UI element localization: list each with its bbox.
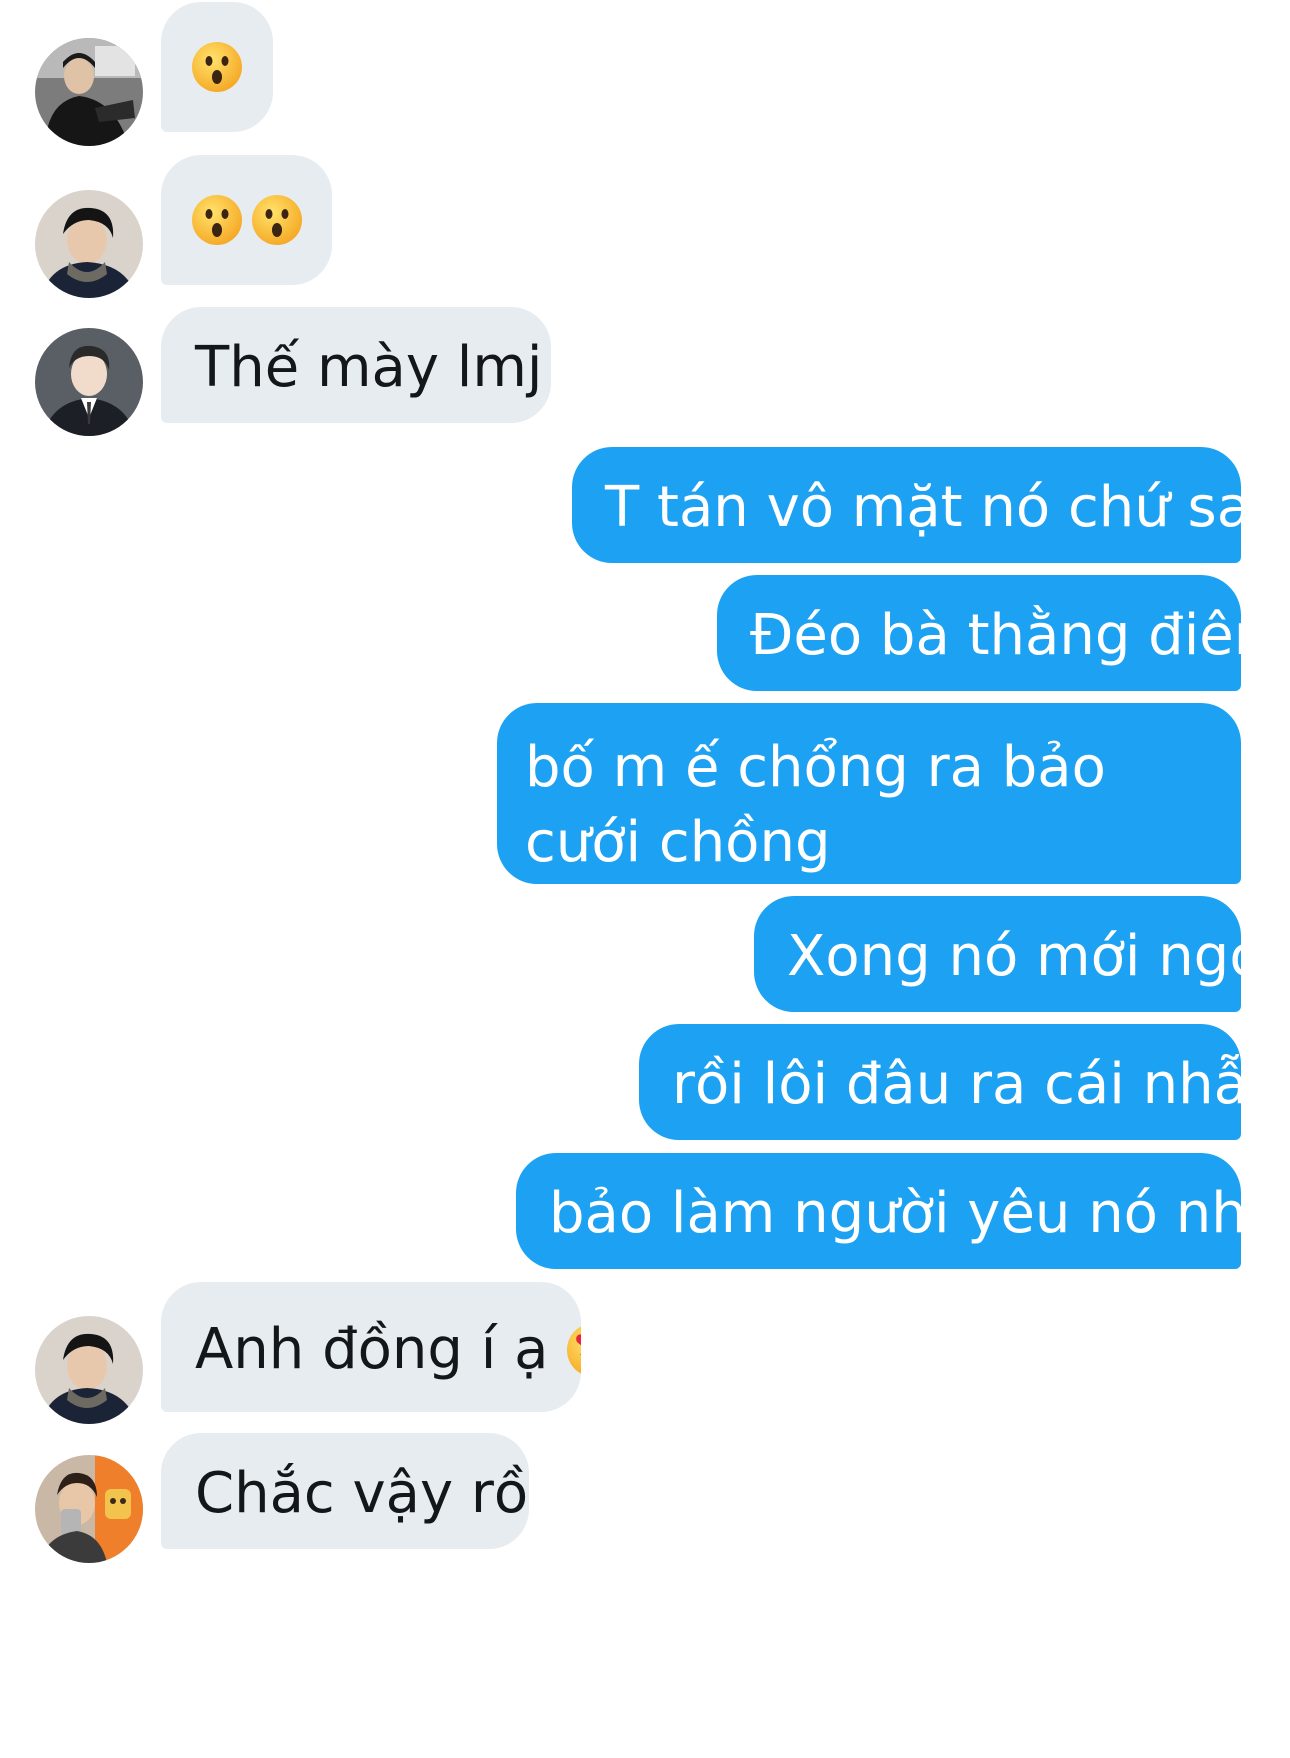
heart-eyes-emoji (566, 1322, 581, 1378)
message-bubble[interactable]: Thế mày lmj ? (161, 307, 551, 423)
avatar[interactable] (35, 328, 143, 436)
avatar[interactable] (35, 38, 143, 146)
message-bubble[interactable]: Chắc vậy rồi (161, 1433, 529, 1549)
message-text: T tán vô mặt nó chứ sao (605, 474, 1241, 540)
message-text: rồi lôi đâu ra cái nhẫn (672, 1051, 1241, 1117)
message-thread: Thế mày lmj ? T tán vô mặt nó chứ sao Đé… (0, 0, 1290, 1758)
message-bubble[interactable] (161, 155, 332, 285)
message-bubble[interactable]: bảo làm người yêu nó nhé (516, 1153, 1241, 1269)
message-bubble[interactable]: Xong nó mới ngớ (754, 896, 1241, 1012)
avatar-man-scarf-image (35, 1316, 143, 1424)
message-bubble[interactable] (161, 2, 273, 132)
avatar[interactable] (35, 190, 143, 298)
message-text: bố m ế chổng ra bảo cưới chồng (525, 734, 1106, 875)
avatar-man-suit-image (35, 328, 143, 436)
avatar[interactable] (35, 1316, 143, 1424)
avatar-man-scarf-image (35, 190, 143, 298)
message-text: Đéo bà thằng điên (750, 602, 1241, 668)
hushed-face-emoji (251, 194, 303, 246)
avatar-man-phone-selfie-image (35, 1455, 143, 1563)
message-text: Xong nó mới ngớ (787, 923, 1241, 989)
message-bubble[interactable]: Đéo bà thằng điên (717, 575, 1241, 691)
avatar[interactable] (35, 1455, 143, 1563)
message-bubble[interactable]: Anh đồng í ạ (161, 1282, 581, 1412)
message-text: Anh đồng í ạ (195, 1316, 549, 1382)
avatar-man-dark-jacket-image (35, 38, 143, 146)
hushed-face-emoji (191, 41, 243, 93)
message-text: bảo làm người yêu nó nhé (549, 1180, 1241, 1246)
message-text: Thế mày lmj ? (195, 334, 551, 400)
message-bubble[interactable]: bố m ế chổng ra bảo cưới chồng (497, 703, 1241, 884)
message-text: Chắc vậy rồi (195, 1460, 529, 1526)
hushed-face-emoji (191, 194, 243, 246)
message-bubble[interactable]: rồi lôi đâu ra cái nhẫn (639, 1024, 1241, 1140)
message-bubble[interactable]: T tán vô mặt nó chứ sao (572, 447, 1241, 563)
